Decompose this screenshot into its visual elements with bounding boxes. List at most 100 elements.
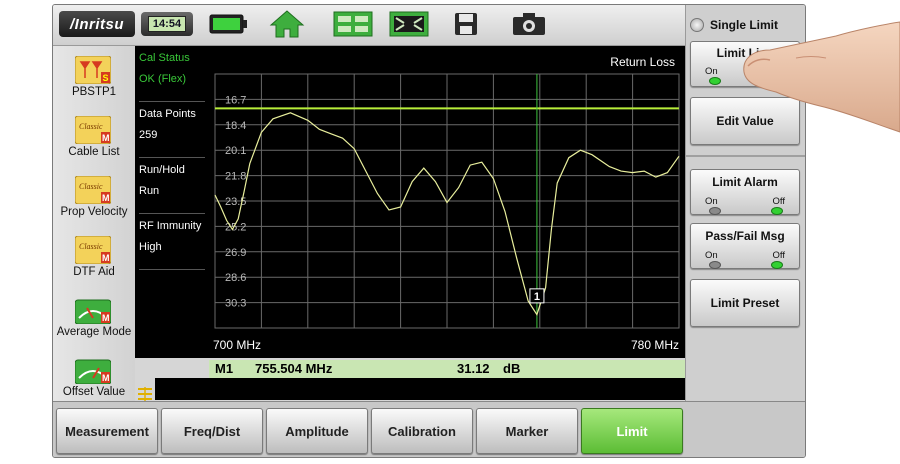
- bottom-tab-bar: Measurement Freq/Dist Amplitude Calibrat…: [53, 401, 805, 457]
- cal-status-label: Cal Status: [139, 52, 190, 64]
- sidebar-item-dtf-aid[interactable]: Classic M DTF Aid: [53, 230, 135, 290]
- readout-unit: dB: [503, 361, 521, 376]
- toggle-off-label: Off: [772, 250, 786, 261]
- sidebar: S PBSTP1 Classic M Cable List Classic M …: [53, 46, 135, 401]
- y-tick-label: 16.7: [225, 94, 246, 106]
- cal-status: Cal Status OK (Flex): [139, 52, 190, 85]
- y-tick-label: 21.8: [225, 171, 246, 183]
- antenna-icon: S: [75, 56, 111, 84]
- rf-immunity: RF Immunity High: [139, 220, 201, 253]
- readout-value: 31.12: [457, 361, 490, 376]
- chart-grid: [214, 73, 680, 329]
- home-icon[interactable]: [269, 9, 305, 39]
- limit-preset-button[interactable]: Limit Preset: [690, 279, 800, 327]
- rf-immunity-value: High: [139, 241, 162, 253]
- tab-marker[interactable]: Marker: [476, 408, 578, 454]
- off-indicator-led: [771, 207, 783, 215]
- battery-icon: [209, 9, 249, 39]
- rf-immunity-label: RF Immunity: [139, 220, 202, 232]
- return-loss-graph[interactable]: 16.7 18.4 20.1 21.8 23.5 25.2 26.9 28.6 30.3 Ret…: [209, 46, 685, 358]
- tab-freq-dist[interactable]: Freq/Dist: [161, 408, 263, 454]
- marker-1: 1: [529, 288, 545, 304]
- tab-measurement[interactable]: Measurement: [56, 408, 158, 454]
- off-indicator-led: [771, 261, 783, 269]
- run-hold-label: Run/Hold: [139, 164, 185, 176]
- divider: [139, 269, 205, 270]
- sidebar-item-label: DTF Aid: [73, 266, 115, 278]
- svg-text:M: M: [102, 373, 110, 383]
- layout-icon[interactable]: [333, 9, 373, 39]
- sidebar-item-label: PBSTP1: [71, 86, 117, 98]
- tab-amplitude[interactable]: Amplitude: [266, 408, 368, 454]
- toggle-on-label: On: [705, 196, 718, 207]
- chart-title: Return Loss: [610, 55, 675, 69]
- toggle-on-label: On: [705, 66, 718, 77]
- on-indicator-led: [709, 77, 721, 85]
- gauge-icon: M: [75, 359, 111, 384]
- gauge-icon: M: [75, 299, 111, 324]
- divider: [139, 157, 205, 158]
- readout-marker: M1: [215, 361, 234, 376]
- status-panel: Cal Status OK (Flex) Data Points 259 Run…: [135, 46, 209, 358]
- y-tick-label: 28.6: [225, 272, 246, 284]
- toggle-on-label: On: [705, 250, 718, 261]
- sidebar-item-pbstp1[interactable]: S PBSTP1: [53, 50, 135, 110]
- limit-preset-label: Limit Preset: [710, 296, 780, 310]
- on-indicator-led: [709, 207, 721, 215]
- y-tick-label: 26.9: [225, 247, 246, 259]
- divider: [139, 101, 205, 102]
- camera-icon[interactable]: [509, 9, 549, 39]
- y-tick-label: 18.4: [225, 120, 246, 132]
- x-start-label: 700 MHz: [213, 338, 261, 352]
- marker-label: 1: [534, 291, 540, 303]
- sidebar-item-label: Average Mode: [56, 326, 132, 338]
- sidebar-item-prop-velocity[interactable]: Classic M Prop Velocity: [53, 170, 135, 230]
- divider: [139, 213, 205, 214]
- menu-handle-icon[interactable]: [135, 386, 155, 402]
- cal-status-value: OK (Flex): [139, 73, 187, 85]
- run-hold: Run/Hold Run: [139, 164, 185, 197]
- device-screen: /Inritsu 14:54 S PBSTP1 Classic M Cable …: [52, 4, 806, 458]
- y-axis-labels: 16.718.420.121.823.525.226.928.630.3: [225, 94, 246, 309]
- sidebar-item-average-mode[interactable]: M Average Mode: [53, 290, 135, 350]
- status-strip: [155, 378, 685, 400]
- clock-display: 14:54: [141, 12, 193, 36]
- svg-text:M: M: [102, 193, 110, 203]
- fullscreen-icon[interactable]: [389, 9, 429, 39]
- chart-svg: 16.718.420.121.823.525.226.928.630.3 Ret…: [213, 55, 680, 352]
- sidebar-item-cable-list[interactable]: Classic M Cable List: [53, 110, 135, 170]
- tab-calibration[interactable]: Calibration: [371, 408, 473, 454]
- tab-limit[interactable]: Limit: [581, 408, 683, 454]
- data-points-value: 259: [139, 129, 158, 141]
- data-points-label: Data Points: [139, 108, 196, 120]
- readout-frequency: 755.504 MHz: [255, 361, 333, 376]
- run-hold-value: Run: [139, 185, 160, 197]
- brand-logo: /Inritsu: [59, 11, 135, 37]
- classic-antenna-icon: Classic M: [75, 116, 111, 144]
- svg-text:M: M: [102, 133, 110, 143]
- y-tick-label: 30.3: [225, 298, 246, 310]
- on-indicator-led: [709, 261, 721, 269]
- data-points: Data Points 259: [139, 108, 196, 141]
- x-stop-label: 780 MHz: [631, 338, 679, 352]
- classic-antenna-icon: Classic M: [75, 176, 111, 204]
- svg-text:Classic: Classic: [79, 182, 103, 191]
- divider: [686, 155, 805, 157]
- svg-text:M: M: [102, 313, 110, 323]
- badge-text: S: [103, 73, 109, 83]
- y-tick-label: 20.1: [225, 145, 246, 157]
- save-icon[interactable]: [451, 9, 481, 39]
- limit-alarm-label: Limit Alarm: [712, 175, 778, 189]
- sidebar-item-label: Cable List: [68, 146, 120, 158]
- toggle-off-label: Off: [772, 196, 786, 207]
- limit-alarm-button[interactable]: Limit Alarm On Off: [690, 169, 800, 215]
- pointing-hand-image: [743, 21, 900, 133]
- pass-fail-msg-button[interactable]: Pass/Fail Msg On Off: [690, 223, 800, 269]
- pass-fail-label: Pass/Fail Msg: [705, 229, 785, 243]
- sidebar-item-label: Offset Value: [62, 386, 126, 398]
- radio-icon: [690, 18, 704, 32]
- svg-text:Classic: Classic: [79, 122, 103, 131]
- svg-text:Classic: Classic: [79, 242, 103, 251]
- top-toolbar: /Inritsu 14:54: [53, 5, 685, 46]
- marker-readout: M1 755.504 MHz 31.12 dB: [209, 360, 685, 378]
